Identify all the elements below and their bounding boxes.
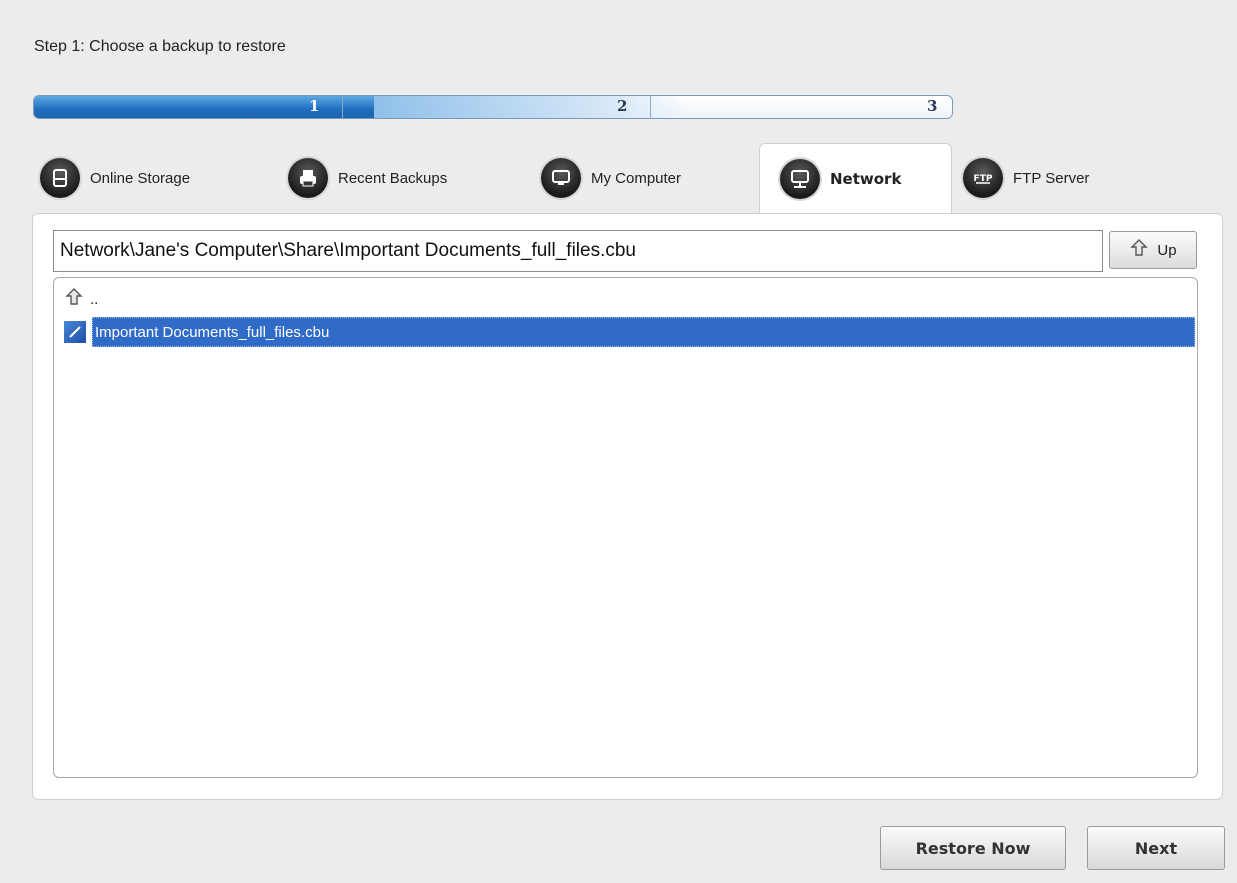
- list-item-label: ..: [90, 290, 99, 308]
- list-item-label: Important Documents_full_files.cbu: [92, 317, 1195, 347]
- tab-label: FTP Server: [1013, 169, 1090, 187]
- tab-my-computer[interactable]: My Computer: [541, 143, 681, 213]
- tab-recent-backups[interactable]: Recent Backups: [288, 143, 447, 213]
- up-arrow-icon: [1129, 238, 1149, 262]
- tab-ftp-server[interactable]: FTP FTP Server: [963, 143, 1089, 213]
- progress-step-2: 2: [617, 97, 628, 115]
- next-button[interactable]: Next: [1087, 826, 1225, 870]
- tab-label: My Computer: [591, 169, 682, 187]
- path-input[interactable]: [53, 230, 1103, 272]
- step-title: Step 1: Choose a backup to restore: [34, 38, 286, 55]
- ftp-icon: FTP: [963, 158, 1003, 198]
- progress-step-1: 1: [309, 97, 320, 115]
- tab-label: Online Storage: [90, 169, 191, 187]
- wizard-progress-bar: 1 2 3: [33, 95, 953, 119]
- restore-now-button[interactable]: Restore Now: [880, 826, 1066, 870]
- progress-segment-2: [342, 96, 651, 118]
- up-button-label: Up: [1157, 241, 1177, 259]
- printer-icon: [288, 158, 328, 198]
- list-item[interactable]: ..: [64, 284, 1195, 314]
- tab-network[interactable]: Network: [759, 143, 952, 213]
- monitor-icon: [541, 158, 581, 198]
- progress-segment-1: [34, 96, 343, 118]
- up-button[interactable]: Up: [1109, 231, 1197, 269]
- list-item[interactable]: Important Documents_full_files.cbu: [64, 317, 1195, 347]
- tab-label: Recent Backups: [338, 169, 448, 187]
- parent-folder-icon: [64, 287, 84, 311]
- tab-label: Network: [830, 169, 902, 188]
- tab-online-storage[interactable]: Online Storage: [40, 143, 190, 213]
- file-list[interactable]: .. Important Documents_full_files.cbu: [53, 277, 1198, 778]
- backup-file-icon: [64, 321, 86, 343]
- progress-step-3: 3: [927, 97, 938, 115]
- hard-drive-icon: [40, 158, 80, 198]
- network-monitor-icon: [780, 158, 820, 199]
